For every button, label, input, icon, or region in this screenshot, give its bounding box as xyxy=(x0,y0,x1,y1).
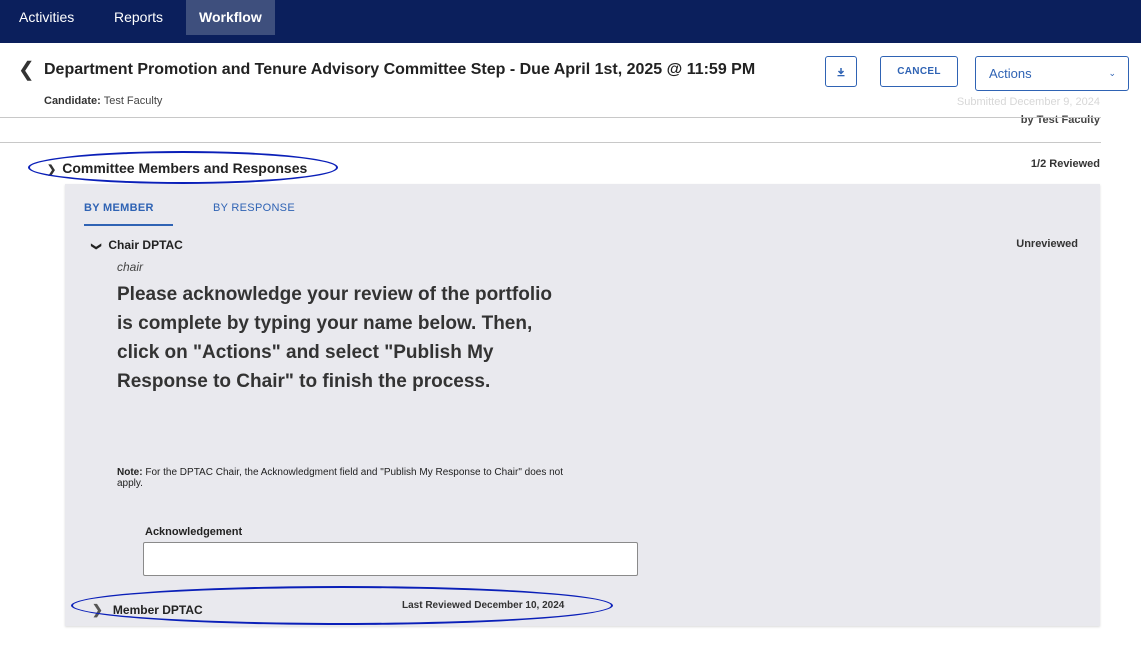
actions-label: Actions xyxy=(989,66,1032,81)
divider xyxy=(0,142,1101,143)
instructions-text: Please acknowledge your review of the po… xyxy=(117,284,552,392)
active-tab-indicator xyxy=(84,224,173,226)
tab-reports[interactable]: Reports xyxy=(114,0,163,35)
tab-workflow[interactable]: Workflow xyxy=(186,0,275,35)
candidate-value: Test Faculty xyxy=(103,95,163,107)
download-button[interactable] xyxy=(825,56,857,87)
acknowledgement-input[interactable] xyxy=(143,542,638,576)
page-title: Department Promotion and Tenure Advisory… xyxy=(44,61,756,78)
member-name: Chair DPTAC xyxy=(108,238,183,252)
back-chevron-icon[interactable]: ❮ xyxy=(18,59,40,81)
chevron-down-icon: ⌄ xyxy=(1108,68,1116,78)
candidate-label: Candidate: xyxy=(44,95,101,107)
acknowledgement-label: Acknowledgement xyxy=(145,526,243,538)
member-toggle-chair[interactable]: ❯ Chair DPTAC xyxy=(90,238,183,252)
candidate-info: Candidate: Test Faculty xyxy=(44,95,162,107)
chevron-down-icon: ❯ xyxy=(90,242,102,251)
note-text: Note: For the DPTAC Chair, the Acknowled… xyxy=(117,467,577,489)
annotation-oval xyxy=(71,586,613,625)
divider xyxy=(0,117,1101,118)
status-badge: Unreviewed xyxy=(1016,238,1078,250)
annotation-oval xyxy=(28,151,338,184)
submitted-by: by Test Faculty xyxy=(1020,114,1100,126)
download-icon xyxy=(837,67,845,76)
submitted-date: Submitted December 9, 2024 xyxy=(956,96,1100,108)
note-label: Note: xyxy=(117,467,143,478)
top-nav: Activities Reports Workflow xyxy=(0,0,1141,43)
tab-by-response[interactable]: BY RESPONSE xyxy=(213,202,295,214)
cancel-button[interactable]: CANCEL xyxy=(880,56,958,87)
actions-dropdown[interactable]: Actions ⌄ xyxy=(975,56,1129,91)
reviewed-count: 1/2 Reviewed xyxy=(1030,158,1100,170)
note-body: For the DPTAC Chair, the Acknowledgment … xyxy=(117,467,564,489)
tab-by-member[interactable]: BY MEMBER xyxy=(84,202,154,214)
member-role: chair xyxy=(117,260,144,274)
tab-activities[interactable]: Activities xyxy=(19,0,74,35)
